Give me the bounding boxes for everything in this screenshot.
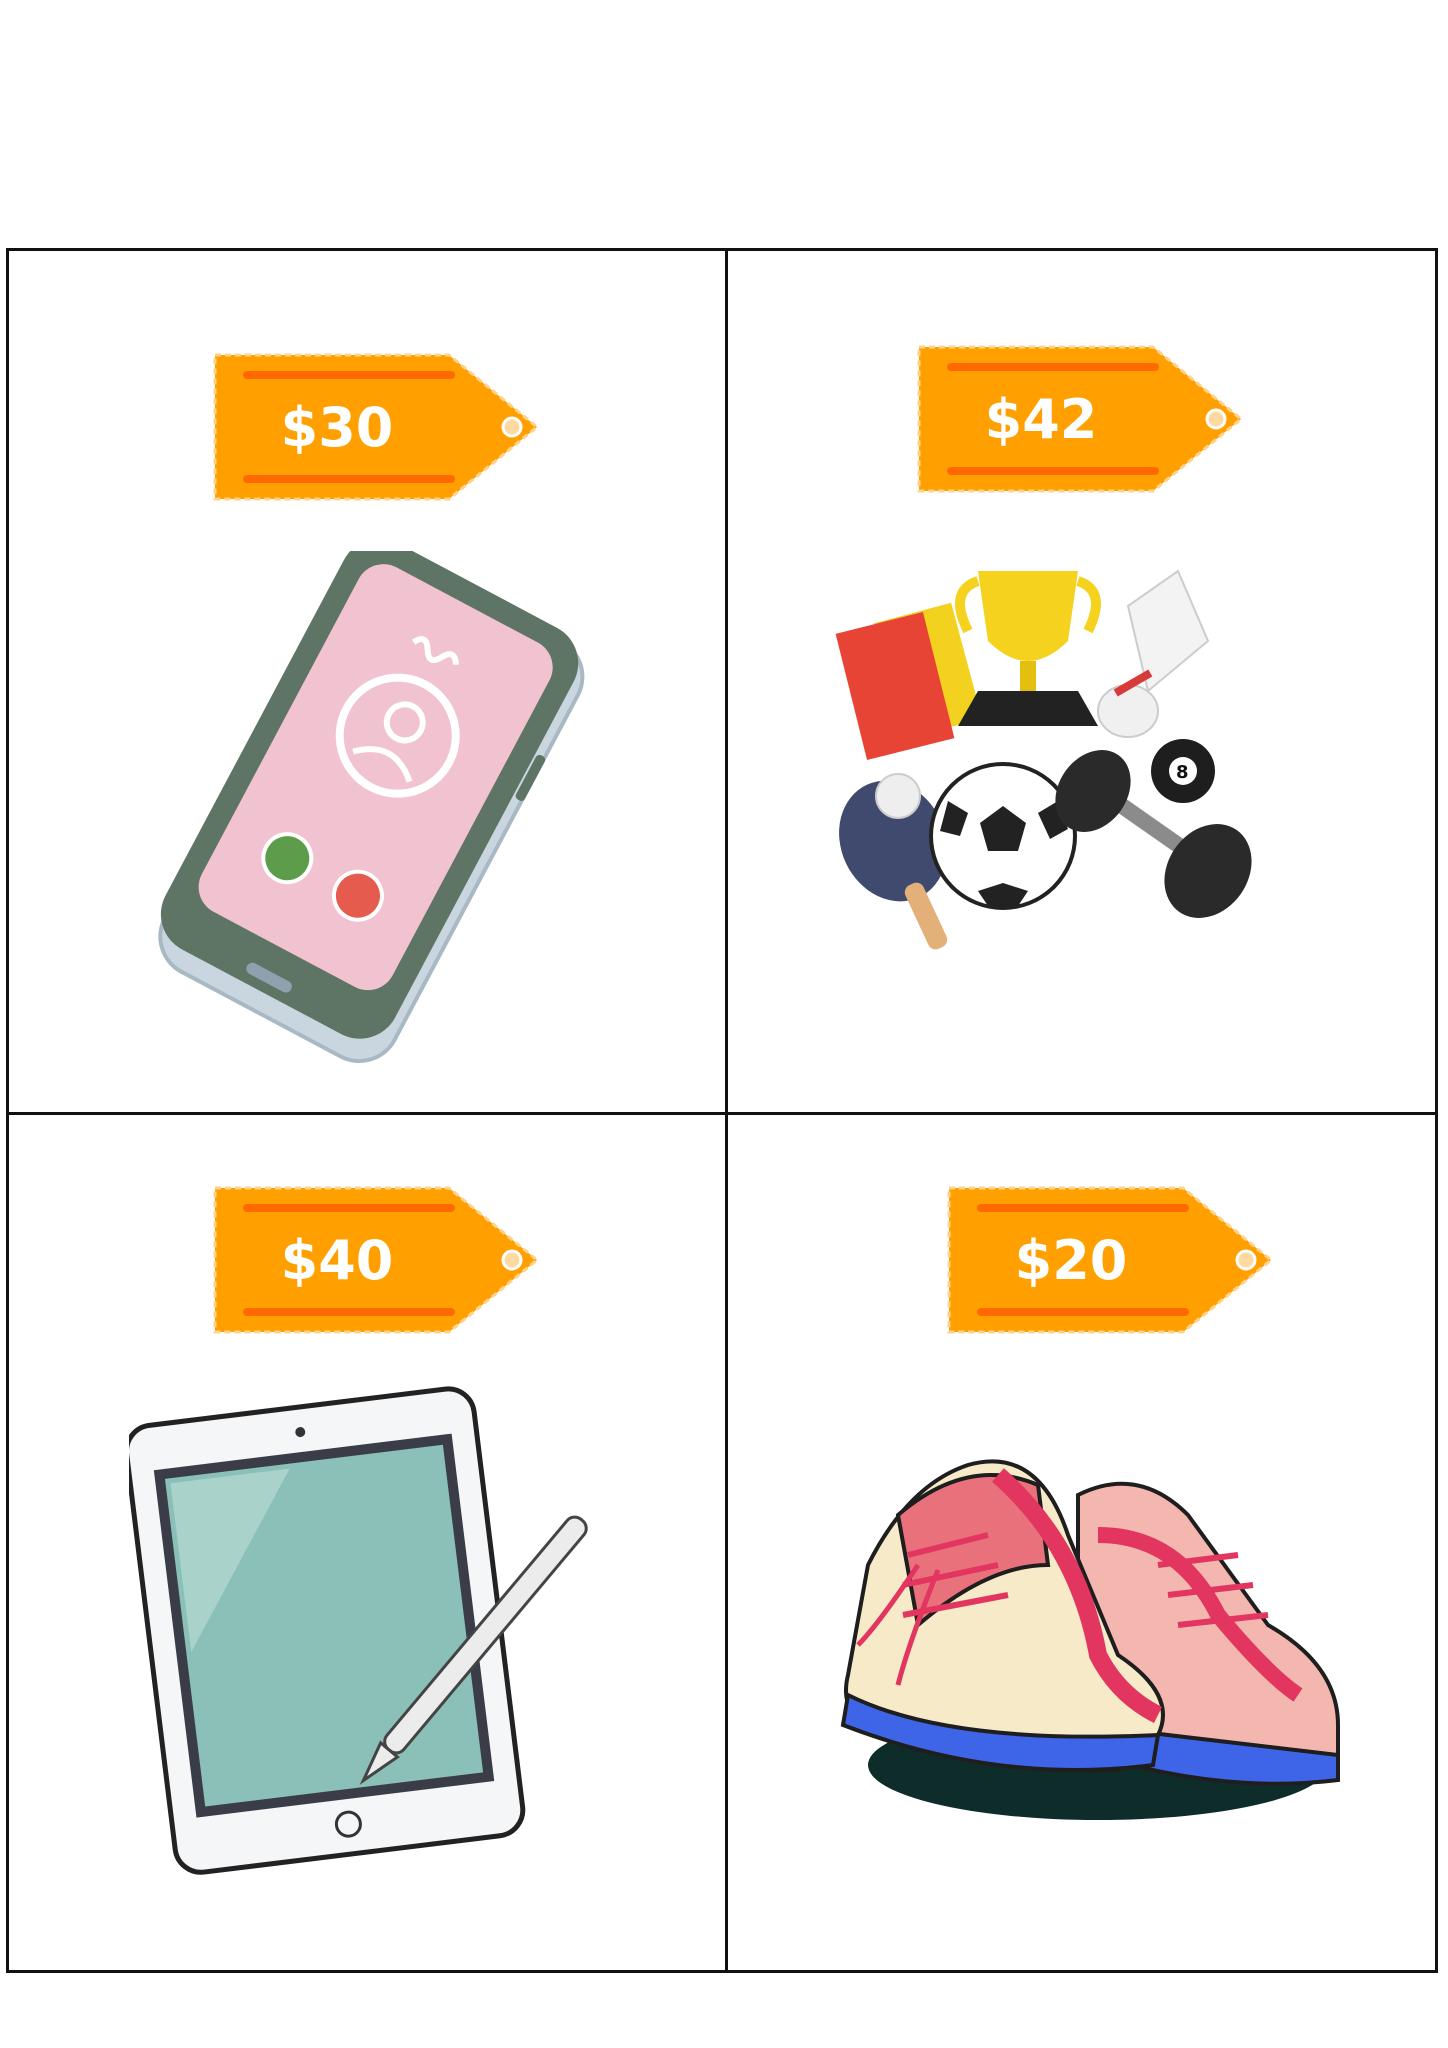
price-label: $30	[280, 395, 394, 459]
tablet-with-stylus-icon	[129, 1386, 588, 1875]
price-label: $42	[984, 387, 1098, 451]
card-tablet: $40	[9, 1115, 725, 1973]
price-tag: $20	[941, 1180, 1281, 1340]
price-label: $20	[1014, 1228, 1128, 1292]
card-sports-equipment: $42 8	[728, 251, 1438, 1112]
svg-text:8: 8	[1176, 762, 1189, 783]
sneakers-icon	[840, 1459, 1340, 1820]
card-sneakers: $20	[728, 1115, 1438, 1973]
sports-equipment-icon: 8	[835, 569, 1252, 950]
card-smartphone: $30	[9, 251, 725, 1112]
price-tag: $42	[911, 339, 1251, 499]
price-tag: $30	[207, 347, 547, 507]
price-label: $40	[280, 1228, 394, 1292]
price-card-grid: $30 $42 8 $40 $20	[6, 248, 1438, 1973]
price-tag: $40	[207, 1180, 547, 1340]
smartphone-icon	[158, 551, 585, 1064]
